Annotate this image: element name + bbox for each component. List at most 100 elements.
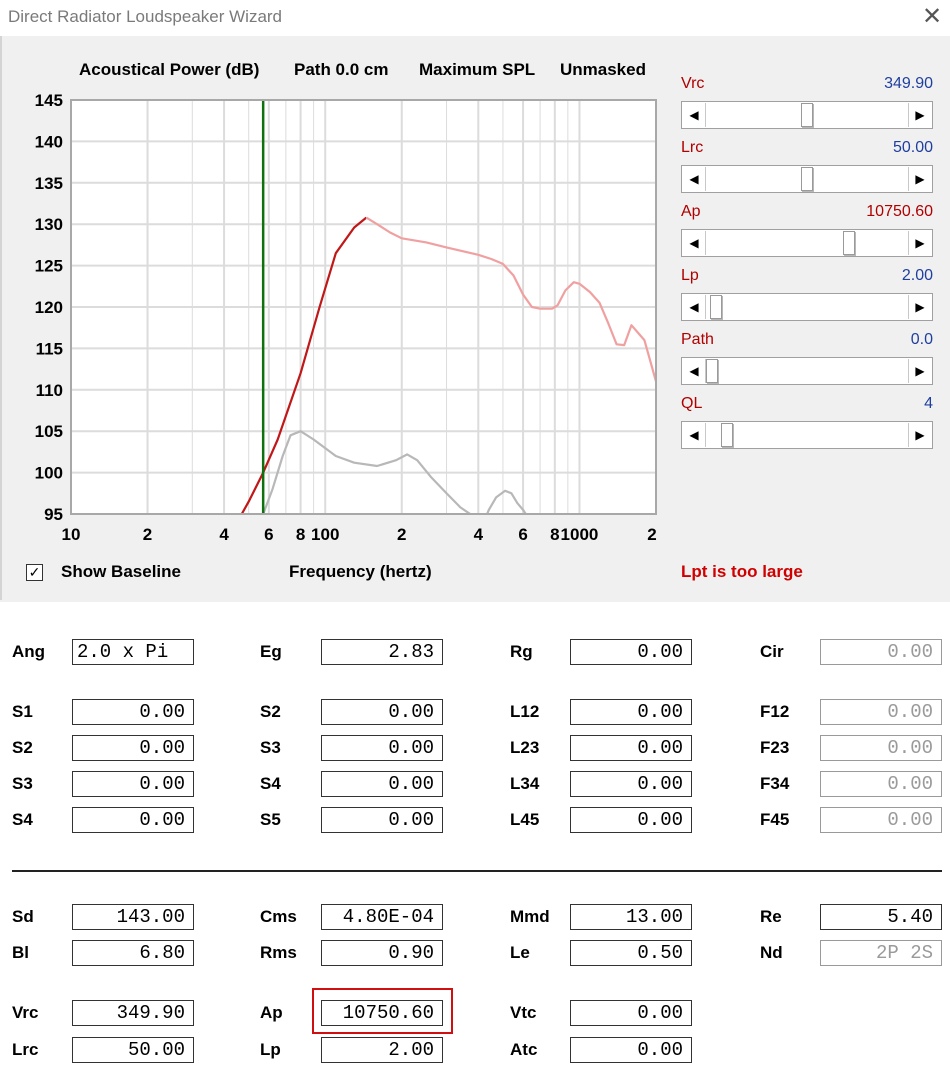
x-tick-label: 2 (143, 525, 152, 544)
slider-vrc[interactable]: ◀ ▶ (681, 101, 933, 129)
scroll-right-arrow-icon[interactable]: ▶ (908, 359, 931, 383)
label-atc: Atc (510, 1040, 538, 1059)
y-tick-label: 95 (44, 505, 63, 524)
field-f45: 0.00 (820, 807, 942, 833)
slider-ql[interactable]: ◀ ▶ (681, 421, 933, 449)
slider-thumb-path[interactable] (706, 359, 718, 383)
label-l23: L23 (510, 738, 540, 757)
field-s4[interactable]: 0.00 (72, 807, 194, 833)
field-s5-b[interactable]: 0.00 (321, 807, 443, 833)
label-rms: Rms (260, 943, 297, 962)
slider-thumb-lrc[interactable] (801, 167, 813, 191)
field-vtc[interactable]: 0.00 (570, 1000, 692, 1026)
label-f45: F45 (760, 810, 790, 829)
y-tick-label: 105 (35, 422, 63, 441)
slider-label-ql: QL (681, 395, 703, 412)
slider-label-vrc: Vrc (681, 75, 705, 92)
window-title: Direct Radiator Loudspeaker Wizard (8, 7, 283, 26)
slider-lp[interactable]: ◀ ▶ (681, 293, 933, 321)
label-f34: F34 (760, 774, 790, 793)
slider-ap[interactable]: ◀ ▶ (681, 229, 933, 257)
show-baseline-label[interactable]: Show Baseline (61, 562, 181, 582)
y-tick-label: 115 (36, 339, 63, 358)
field-vrc[interactable]: 349.90 (72, 1000, 194, 1026)
field-s2-b[interactable]: 0.00 (321, 699, 443, 725)
field-lp[interactable]: 2.00 (321, 1037, 443, 1063)
field-s3[interactable]: 0.00 (72, 771, 194, 797)
field-l34[interactable]: 0.00 (570, 771, 692, 797)
slider-thumb-ql[interactable] (721, 423, 734, 447)
field-s3-b[interactable]: 0.00 (321, 735, 443, 761)
label-nd: Nd (760, 943, 783, 962)
label-re: Re (760, 907, 782, 926)
x-axis-labels: 10 2 4 6 8 100 2 4 6 8 1000 2 (62, 525, 657, 544)
label-sd: Sd (12, 907, 34, 926)
label-vtc: Vtc (510, 1003, 537, 1022)
x-tick-label: 1000 (561, 525, 599, 544)
show-baseline-checkbox[interactable]: ✓ (26, 564, 43, 581)
slider-label-ap: Ap (681, 203, 701, 220)
scroll-left-arrow-icon[interactable]: ◀ (683, 359, 706, 383)
label-mmd: Mmd (510, 907, 550, 926)
ap-highlight-box (312, 988, 453, 1034)
field-s1[interactable]: 0.00 (72, 699, 194, 725)
scroll-right-arrow-icon[interactable]: ▶ (908, 423, 931, 447)
field-s2[interactable]: 0.00 (72, 735, 194, 761)
field-atc[interactable]: 0.00 (570, 1037, 692, 1063)
frequency-response-chart: 14514013513012512011511010510095 10 2 4 6 8 1… (35, 91, 657, 544)
label-vrc: Vrc (12, 1003, 39, 1022)
field-f23: 0.00 (820, 735, 942, 761)
y-tick-label: 135 (35, 174, 63, 193)
slider-thumb-vrc[interactable] (801, 103, 813, 127)
y-tick-label: 140 (35, 132, 63, 151)
label-lp: Lp (260, 1040, 281, 1059)
scroll-right-arrow-icon[interactable]: ▶ (908, 167, 931, 191)
scroll-left-arrow-icon[interactable]: ◀ (683, 423, 706, 447)
scroll-left-arrow-icon[interactable]: ◀ (683, 167, 706, 191)
y-tick-label: 145 (35, 91, 63, 110)
label-f12: F12 (760, 702, 790, 721)
field-l23[interactable]: 0.00 (570, 735, 692, 761)
slider-lrc[interactable]: ◀ ▶ (681, 165, 933, 193)
slider-path[interactable]: ◀ ▶ (681, 357, 933, 385)
label-ang: Ang (12, 642, 46, 661)
field-cir: 0.00 (820, 639, 942, 665)
field-ang[interactable]: 2.0 x Pi (72, 639, 194, 665)
slider-thumb-lp[interactable] (709, 295, 722, 319)
field-bl[interactable]: 6.80 (72, 940, 194, 966)
chart-title-power: Acoustical Power (dB) (79, 60, 260, 79)
field-rms[interactable]: 0.90 (321, 940, 443, 966)
x-tick-label: 6 (264, 525, 273, 544)
slider-label-lrc: Lrc (681, 139, 704, 156)
y-tick-label: 130 (35, 215, 63, 234)
scroll-right-arrow-icon[interactable]: ▶ (908, 231, 931, 255)
y-tick-label: 120 (35, 298, 63, 317)
field-l12[interactable]: 0.00 (570, 699, 692, 725)
field-mmd[interactable]: 13.00 (570, 904, 692, 930)
field-f12: 0.00 (820, 699, 942, 725)
field-re[interactable]: 5.40 (820, 904, 942, 930)
slider-value-ap: 10750.60 (866, 203, 933, 220)
close-button[interactable]: ✕ (918, 3, 946, 31)
scroll-right-arrow-icon[interactable]: ▶ (908, 103, 931, 127)
field-lrc[interactable]: 50.00 (72, 1037, 194, 1063)
slider-thumb-ap[interactable] (842, 231, 855, 255)
x-tick-label: 2 (647, 525, 656, 544)
field-le[interactable]: 0.50 (570, 940, 692, 966)
field-s4-b[interactable]: 0.00 (321, 771, 443, 797)
label-lrc: Lrc (12, 1040, 39, 1059)
field-sd[interactable]: 143.00 (72, 904, 194, 930)
field-eg[interactable]: 2.83 (321, 639, 443, 665)
y-tick-label: 110 (36, 381, 63, 400)
scroll-left-arrow-icon[interactable]: ◀ (683, 231, 706, 255)
field-rg[interactable]: 0.00 (570, 639, 692, 665)
field-cms[interactable]: 4.80E-04 (321, 904, 443, 930)
field-f34: 0.00 (820, 771, 942, 797)
scroll-right-arrow-icon[interactable]: ▶ (908, 295, 931, 319)
chart-spl-label: Maximum SPL (419, 60, 536, 79)
scroll-left-arrow-icon[interactable]: ◀ (683, 295, 706, 319)
slider-label-path: Path (681, 331, 714, 348)
field-l45[interactable]: 0.00 (570, 807, 692, 833)
slider-value-vrc: 349.90 (884, 75, 933, 92)
scroll-left-arrow-icon[interactable]: ◀ (683, 103, 706, 127)
